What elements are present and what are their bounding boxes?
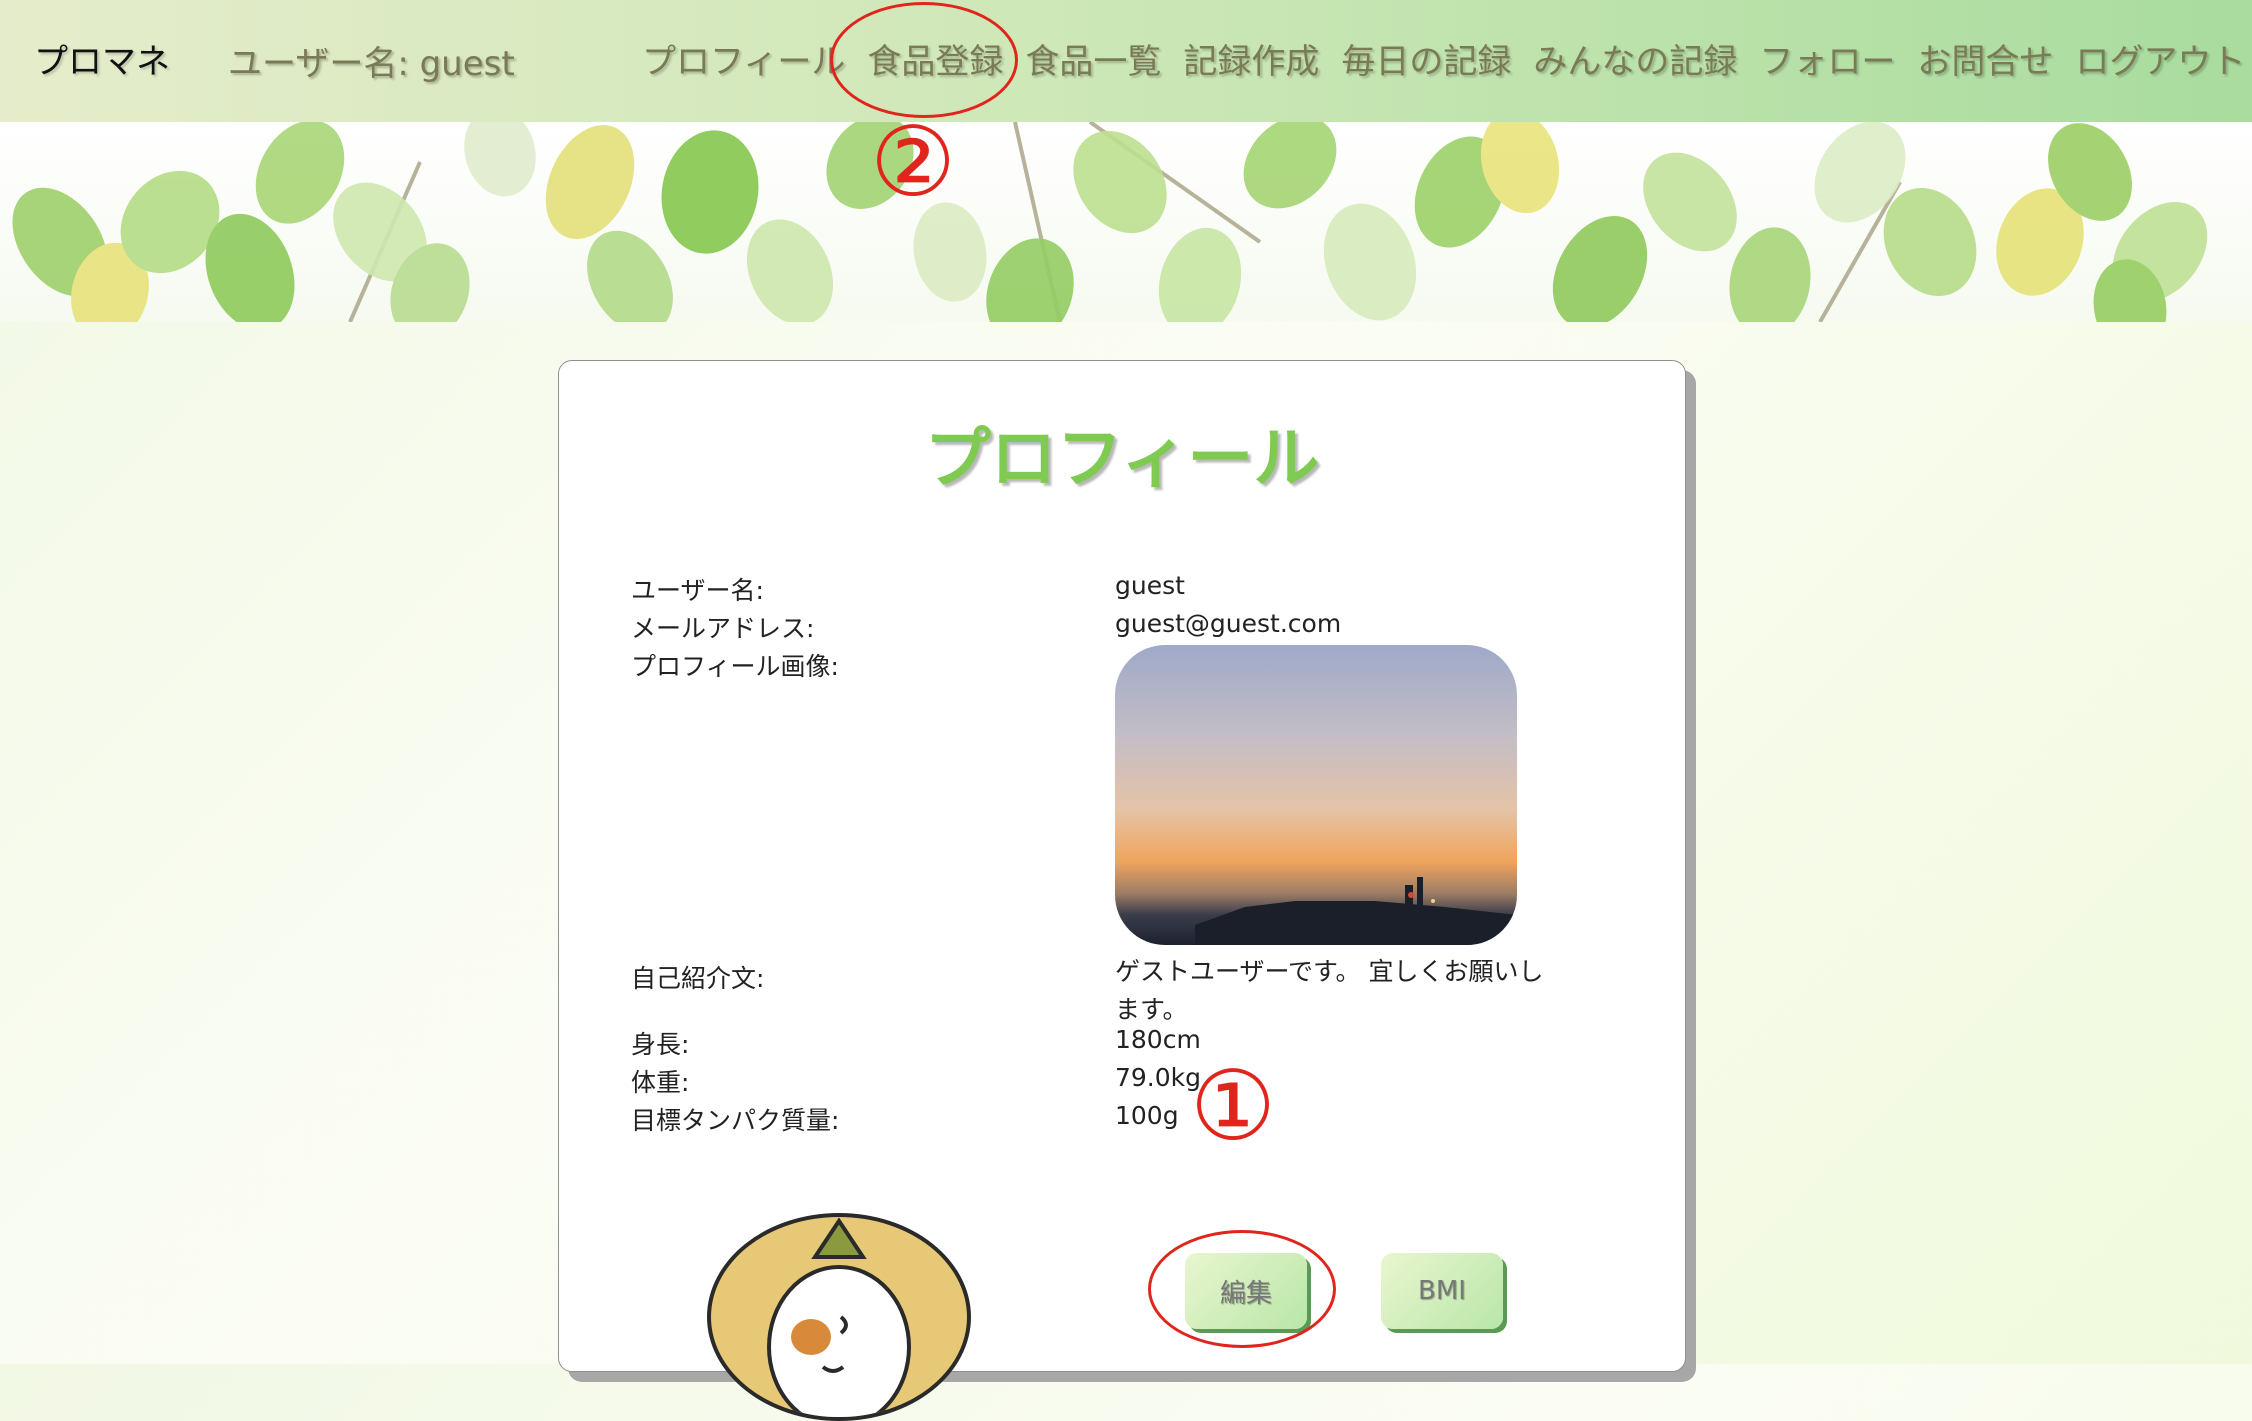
profile-card: プロフィール ユーザー名: guest メールアドレス: guest@guest… <box>558 360 1686 1421</box>
nav-link-create-record[interactable]: 記録作成 <box>1183 34 1319 83</box>
mascot-illustration <box>707 1213 971 1421</box>
profile-image <box>1115 645 1517 945</box>
current-username: ユーザー名: guest <box>228 44 515 84</box>
annotation-circle-edit-button <box>1148 1230 1336 1348</box>
bmi-button[interactable]: BMI <box>1381 1253 1503 1329</box>
nav-link-food-list[interactable]: 食品一覧 <box>1025 34 1161 83</box>
top-navbar: プロマネ ユーザー名: guest プロフィール 食品登録 食品一覧 記録作成 … <box>0 0 2252 122</box>
protein-value: 100g <box>1115 1101 1179 1130</box>
annotation-circle-food-register <box>830 2 1018 118</box>
height-label: 身長: <box>631 1030 690 1059</box>
protein-label: 目標タンパク質量: <box>631 1106 840 1135</box>
bio-label: 自己紹介文: <box>631 964 765 993</box>
annotation-number-one: ① <box>1190 1050 1277 1162</box>
profile-title: プロフィール <box>924 420 1320 497</box>
nav-link-contact[interactable]: お問合せ <box>1917 34 2053 83</box>
nav-link-everyone-records[interactable]: みんなの記録 <box>1533 34 1737 83</box>
leaf-banner-image <box>0 122 2252 322</box>
email-value: guest@guest.com <box>1115 609 1342 638</box>
leaf-pattern <box>12 122 2208 322</box>
username-value: guest <box>1115 571 1185 600</box>
weight-value: 79.0kg <box>1115 1063 1202 1092</box>
mascot-face-icon <box>767 1217 911 1417</box>
nav-link-follow[interactable]: フォロー <box>1759 34 1895 83</box>
nav-link-daily-records[interactable]: 毎日の記録 <box>1341 34 1511 83</box>
weight-label: 体重: <box>631 1068 690 1097</box>
sunset-bridge-image <box>1195 877 1517 945</box>
profile-image-label: プロフィール画像: <box>631 652 839 681</box>
height-value: 180cm <box>1115 1025 1201 1054</box>
nav-link-logout[interactable]: ログアウト <box>2075 34 2245 83</box>
brand-logo[interactable]: プロマネ <box>34 34 170 83</box>
annotation-number-two: ② <box>870 106 957 218</box>
email-label: メールアドレス: <box>631 614 815 643</box>
nav-link-profile[interactable]: プロフィール <box>642 34 845 83</box>
bio-value: ゲストユーザーです。 宜しくお願いします。 <box>1115 957 1544 1024</box>
username-label: ユーザー名: <box>631 576 764 605</box>
